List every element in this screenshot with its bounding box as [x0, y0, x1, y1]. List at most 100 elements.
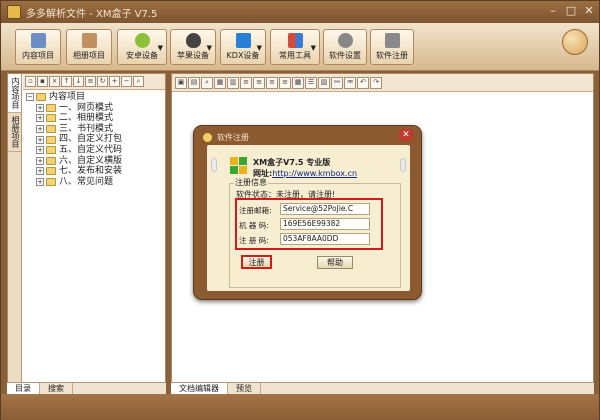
gear-icon: [337, 33, 353, 48]
help-button[interactable]: 帮助: [317, 256, 353, 269]
picture-icon[interactable]: ▨: [318, 76, 330, 89]
expand-toggle-icon[interactable]: +: [36, 135, 44, 144]
windows-icon: [235, 33, 251, 48]
dropdown-arrow-icon[interactable]: ▼: [311, 44, 316, 52]
print-icon[interactable]: ▥: [227, 76, 239, 89]
dialog-titlebar: 软件注册: [202, 130, 249, 144]
register-button[interactable]: 注册: [241, 255, 272, 269]
tree-item[interactable]: + 四、自定义打包: [26, 134, 164, 145]
tree-item[interactable]: + 三、书刊模式: [26, 124, 164, 135]
align-right-icon[interactable]: ≡: [266, 76, 278, 89]
tree-item[interactable]: + 五、自定义代码: [26, 145, 164, 156]
folder-icon: [46, 146, 56, 155]
delete-icon[interactable]: ×: [49, 76, 60, 87]
align-center-icon[interactable]: ≡: [253, 76, 265, 89]
find-icon[interactable]: ⌕: [133, 76, 144, 87]
left-panel: 内容项目 相册项目 ▫ ▪ × ↑ ↓ ≡ ↻ + − ⌕ − 内容项目 + 一、网…: [7, 73, 166, 393]
software-register-button[interactable]: 软件注册: [370, 29, 414, 65]
tree-item-label: 七、发布和安装: [59, 166, 123, 177]
tab-catalog[interactable]: 目录: [7, 383, 40, 394]
dialog-title: 软件注册: [217, 132, 249, 142]
tree-item-label: 五、自定义代码: [59, 144, 123, 155]
collapse-toggle-icon[interactable]: −: [26, 93, 34, 102]
register-code-field[interactable]: 053AF8AA0DD: [280, 233, 370, 245]
product-name: XM盒子V7.5 专业版: [253, 158, 331, 167]
folder-icon: [46, 178, 56, 187]
tree-item[interactable]: + 七、发布和安装: [26, 166, 164, 177]
expand-toggle-icon[interactable]: +: [36, 125, 44, 134]
expand-toggle-icon[interactable]: +: [36, 167, 44, 176]
dropdown-arrow-icon[interactable]: ▼: [207, 44, 212, 52]
tree-item[interactable]: + 六、自定义横版: [26, 156, 164, 167]
button-label: 软件注册: [376, 51, 408, 60]
unlink-icon[interactable]: ⚮: [344, 76, 356, 89]
tree-item[interactable]: + 八、常见问题: [26, 177, 164, 188]
tree-item-label: 一、网页模式: [59, 102, 114, 113]
expand-toggle-icon[interactable]: +: [36, 114, 44, 123]
undo-icon[interactable]: ↶: [357, 76, 369, 89]
minimize-icon[interactable]: –: [545, 4, 561, 18]
move-down-icon[interactable]: ↓: [73, 76, 84, 87]
collapse-icon[interactable]: −: [121, 76, 132, 87]
kdx-device-button[interactable]: KDX设备 ▼: [220, 29, 266, 65]
software-settings-button[interactable]: 软件设置: [323, 29, 367, 65]
properties-icon[interactable]: ≡: [85, 76, 96, 87]
save-icon[interactable]: ▣: [175, 76, 187, 89]
album-project-button[interactable]: 相册项目: [66, 29, 112, 65]
dropdown-arrow-icon[interactable]: ▼: [257, 44, 262, 52]
dialog-body: XM盒子V7.5 专业版 网址:http://www.kmbox.cn 注册信息…: [207, 145, 410, 291]
content-project-button[interactable]: 内容项目: [15, 29, 61, 65]
photo-icon: [81, 33, 97, 48]
machine-code-field[interactable]: 169E56E99382: [280, 218, 370, 230]
tab-content-project[interactable]: 内容项目: [8, 74, 21, 113]
expand-icon[interactable]: +: [109, 76, 120, 87]
zoom-icon[interactable]: ⌕: [201, 76, 213, 89]
tab-preview[interactable]: 预览: [228, 383, 261, 394]
expand-toggle-icon[interactable]: +: [36, 156, 44, 165]
new-folder-icon[interactable]: ▪: [37, 76, 48, 87]
android-device-button[interactable]: 安卓设备 ▼: [117, 29, 167, 65]
table-icon[interactable]: ▦: [292, 76, 304, 89]
redo-icon[interactable]: ↷: [370, 76, 382, 89]
list-icon[interactable]: ☰: [305, 76, 317, 89]
folder-icon: [46, 135, 56, 144]
folder-icon: [36, 93, 46, 102]
dropdown-arrow-icon[interactable]: ▼: [158, 44, 163, 52]
button-label: 内容项目: [22, 51, 54, 60]
new-file-icon[interactable]: ▫: [25, 76, 36, 87]
link-icon[interactable]: ⚯: [331, 76, 343, 89]
expand-toggle-icon[interactable]: +: [36, 146, 44, 155]
maximize-icon[interactable]: □: [563, 4, 579, 18]
tree-item[interactable]: + 二、相册模式: [26, 113, 164, 124]
tab-album-project[interactable]: 相册项目: [8, 113, 21, 152]
folder-icon: [46, 103, 56, 112]
refresh-icon[interactable]: ↻: [97, 76, 108, 87]
button-label: 软件设置: [329, 51, 361, 60]
main-toolbar: 内容项目 相册项目 安卓设备 ▼ 苹果设备 ▼ KDX设备 ▼ 常用工具 ▼ 软…: [1, 23, 599, 71]
button-label: KDX设备: [226, 51, 260, 60]
move-up-icon[interactable]: ↑: [61, 76, 72, 87]
email-field[interactable]: Service@52PoJie.C: [280, 203, 370, 215]
justify-icon[interactable]: ≡: [279, 76, 291, 89]
tab-search[interactable]: 搜索: [40, 383, 73, 394]
product-website: 网址:http://www.kmbox.cn: [253, 168, 357, 179]
vertical-tab-strip: 内容项目 相册项目: [8, 74, 22, 392]
tab-document-editor[interactable]: 文档编辑器: [171, 383, 228, 394]
common-tools-button[interactable]: 常用工具 ▼: [270, 29, 320, 65]
expand-toggle-icon[interactable]: +: [36, 103, 44, 112]
android-icon: [134, 33, 150, 48]
apple-device-button[interactable]: 苹果设备 ▼: [170, 29, 216, 65]
tree-item-label: 八、常见问题: [59, 176, 114, 187]
register-icon: [384, 33, 400, 48]
align-left-icon[interactable]: ≡: [240, 76, 252, 89]
close-icon[interactable]: ✕: [581, 4, 597, 18]
image-icon[interactable]: ▤: [188, 76, 200, 89]
website-link[interactable]: http://www.kmbox.cn: [272, 169, 357, 178]
expand-toggle-icon[interactable]: +: [36, 178, 44, 187]
app-window: 多多解析文件 - XM盒子 V7.5 – □ ✕ 内容项目 相册项目 安卓设备 …: [0, 0, 600, 420]
tree-item[interactable]: − 内容项目: [26, 92, 164, 103]
paste-icon[interactable]: ▦: [214, 76, 226, 89]
close-icon[interactable]: ✕: [399, 129, 413, 141]
tree-item[interactable]: + 一、网页模式: [26, 103, 164, 114]
palette-icon[interactable]: [562, 29, 588, 55]
